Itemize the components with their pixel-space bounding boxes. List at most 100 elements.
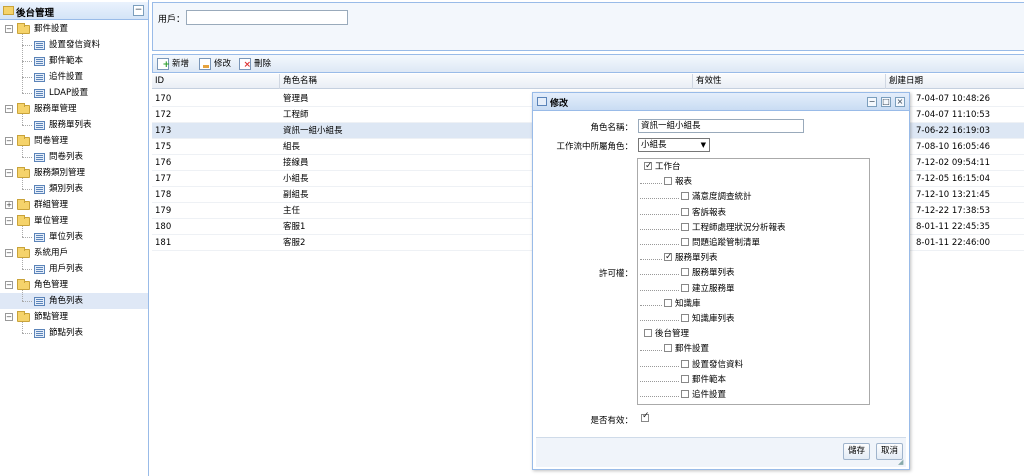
permission-node[interactable]: 後台管理 bbox=[644, 327, 689, 342]
permission-label-text: 郵件範本 bbox=[692, 374, 727, 385]
permission-checkbox[interactable] bbox=[644, 159, 653, 174]
save-button[interactable]: 儲存 bbox=[843, 443, 871, 460]
permission-checkbox[interactable] bbox=[681, 390, 689, 398]
permission-node[interactable]: 知識庫列表 bbox=[681, 312, 735, 327]
sidebar-item-label: 節點列表 bbox=[49, 328, 84, 338]
permission-checkbox[interactable] bbox=[664, 250, 673, 265]
permission-checkbox[interactable] bbox=[681, 222, 689, 231]
tree-connector bbox=[22, 333, 32, 334]
column-header-validity[interactable]: 有效性 bbox=[693, 74, 886, 89]
cell-id: 173 bbox=[155, 126, 172, 136]
permission-node[interactable]: 客訴報表 bbox=[681, 206, 726, 221]
cell-id: 176 bbox=[155, 158, 172, 168]
list-icon bbox=[34, 89, 45, 98]
user-search-input[interactable] bbox=[186, 10, 348, 25]
permission-checkbox[interactable] bbox=[681, 374, 689, 383]
permission-node[interactable]: 工作台 bbox=[644, 159, 681, 175]
permission-node[interactable]: 報表 bbox=[664, 175, 692, 190]
permission-checkbox[interactable] bbox=[664, 344, 672, 353]
sidebar: 後台管理 − − 郵件設置 設置發信資料 郵件範本 追件設置 LDAP設置 − 服務單管理 服務… bbox=[0, 0, 149, 476]
collapse-icon[interactable]: − bbox=[133, 5, 144, 16]
tree-connector bbox=[22, 189, 32, 190]
collapse-icon[interactable]: − bbox=[5, 137, 13, 145]
sidebar-group[interactable]: + 群組管理 bbox=[0, 197, 148, 213]
permission-checkbox[interactable] bbox=[681, 207, 689, 216]
sidebar-group-label: 系統用戶 bbox=[34, 248, 69, 258]
expand-icon[interactable]: + bbox=[5, 201, 13, 209]
collapse-icon[interactable]: − bbox=[5, 281, 13, 289]
sidebar-group-label: 服務單管理 bbox=[34, 104, 77, 114]
permission-node[interactable]: 郵件設置 bbox=[664, 342, 709, 357]
folder-icon bbox=[17, 215, 30, 226]
tree-connector bbox=[22, 290, 23, 301]
permission-node[interactable]: 問題追蹤管制清單 bbox=[681, 236, 760, 251]
valid-label: 是否有效： bbox=[590, 416, 633, 426]
collapse-icon[interactable]: − bbox=[5, 169, 13, 177]
permission-checkbox[interactable] bbox=[681, 238, 689, 246]
permission-node[interactable]: 建立服務單 bbox=[681, 282, 735, 297]
admin-icon bbox=[3, 6, 14, 15]
maximize-icon[interactable]: □ bbox=[881, 97, 891, 107]
permission-node[interactable]: 服務單列表 bbox=[681, 266, 735, 281]
sidebar-group-label: 服務類別管理 bbox=[34, 168, 86, 178]
permission-checkbox[interactable] bbox=[644, 329, 652, 338]
tree-connector bbox=[22, 178, 23, 189]
permission-node[interactable]: 設置發信資料 bbox=[681, 358, 743, 373]
permission-node[interactable]: 服務單列表 bbox=[664, 250, 718, 266]
permission-tree[interactable]: 工作台報表滿意度調查統計客訴報表工程師處理狀況分析報表問題追蹤管制清單服務單列表… bbox=[637, 158, 870, 405]
sidebar-item-label: 服務單列表 bbox=[49, 120, 92, 130]
tree-connector bbox=[640, 183, 662, 185]
permission-checkbox[interactable] bbox=[681, 359, 689, 368]
delete-button[interactable]: 刪除 bbox=[239, 58, 271, 72]
permission-checkbox[interactable] bbox=[664, 177, 672, 186]
dialog-body: 角色名稱： 資訊一組小組長 工作流中所屬角色： 小組長 ▼ 許可權： 工作台報表… bbox=[536, 113, 906, 437]
permission-checkbox[interactable] bbox=[681, 268, 689, 277]
cell-id: 180 bbox=[155, 222, 172, 232]
permission-checkbox[interactable] bbox=[681, 314, 689, 322]
sidebar-group-label: 角色管理 bbox=[34, 280, 69, 290]
cell-id: 172 bbox=[155, 110, 172, 120]
collapse-icon[interactable]: − bbox=[5, 217, 13, 225]
edit-button-label: 修改 bbox=[214, 59, 232, 69]
list-icon bbox=[34, 73, 45, 82]
sidebar-item-label: 追件設置 bbox=[49, 72, 84, 82]
folder-icon bbox=[17, 135, 30, 146]
permission-node[interactable]: 滿意度調查統計 bbox=[681, 190, 752, 205]
cell-created-date: 7-12-02 09:54:11 bbox=[916, 158, 991, 168]
cell-id: 178 bbox=[155, 190, 172, 200]
permission-checkbox[interactable] bbox=[681, 192, 689, 201]
collapse-icon[interactable]: − bbox=[5, 249, 13, 257]
column-header-role-name[interactable]: 角色名稱 bbox=[280, 74, 693, 89]
edit-button[interactable]: 修改 bbox=[199, 58, 231, 71]
cell-created-date: 8-01-11 22:46:00 bbox=[916, 238, 991, 248]
sidebar-group-label: 郵件設置 bbox=[34, 24, 69, 34]
workflow-role-select[interactable]: 小組長 ▼ bbox=[638, 138, 710, 152]
permission-node[interactable]: 工程師處理狀況分析報表 bbox=[681, 221, 786, 236]
sidebar-item-label: 用戶列表 bbox=[49, 264, 84, 274]
valid-checkbox[interactable] bbox=[641, 411, 650, 422]
permission-node[interactable]: 知識庫 bbox=[664, 297, 701, 312]
add-button-label: 新增 bbox=[172, 59, 190, 69]
collapse-icon[interactable]: − bbox=[5, 313, 13, 321]
column-header-id[interactable]: ID bbox=[152, 74, 280, 89]
permission-checkbox[interactable] bbox=[681, 283, 689, 292]
resize-handle-icon[interactable]: ◢ bbox=[898, 458, 903, 466]
collapse-icon[interactable]: − bbox=[5, 105, 13, 113]
add-button[interactable]: 新增 bbox=[157, 58, 190, 72]
minimize-icon[interactable]: − bbox=[867, 97, 877, 107]
permission-label-text: 客訴報表 bbox=[692, 207, 727, 218]
cell-created-date: 7-12-05 16:15:04 bbox=[916, 174, 991, 184]
column-header-created-date[interactable]: 創建日期 bbox=[886, 74, 1024, 89]
tree-connector bbox=[640, 228, 679, 230]
permission-node[interactable]: 郵件範本 bbox=[681, 373, 726, 388]
collapse-icon[interactable]: − bbox=[5, 25, 13, 33]
permission-checkbox[interactable] bbox=[664, 298, 672, 307]
dialog-header[interactable]: 修改 − □ × bbox=[533, 93, 909, 111]
list-icon bbox=[34, 297, 45, 306]
close-icon[interactable]: × bbox=[895, 97, 905, 107]
cell-id: 181 bbox=[155, 238, 172, 248]
permission-node[interactable]: 追件設置 bbox=[681, 388, 726, 403]
folder-icon bbox=[17, 199, 30, 210]
role-name-input[interactable]: 資訊一組小組長 bbox=[638, 119, 804, 133]
list-icon bbox=[34, 41, 45, 50]
